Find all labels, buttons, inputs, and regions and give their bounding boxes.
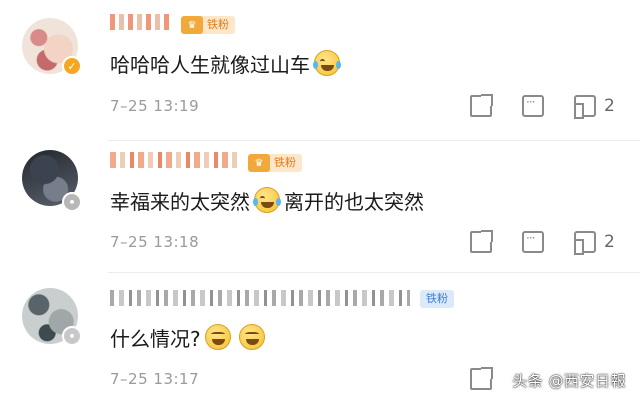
grin-emoji-icon bbox=[204, 324, 231, 350]
fan-badge-icon: ♛ bbox=[181, 16, 203, 34]
comment-text: 哈哈哈人生就像过山车 bbox=[110, 48, 344, 78]
comment-actions: 2 bbox=[470, 230, 615, 255]
like-button[interactable]: 2 bbox=[574, 95, 615, 119]
fan-badge[interactable]: 铁粉 bbox=[420, 289, 454, 309]
comment-icon[interactable] bbox=[522, 95, 544, 117]
comment-text: 什么情况? bbox=[110, 322, 269, 352]
fan-badge-label: 铁粉 bbox=[420, 290, 454, 308]
like-icon[interactable] bbox=[574, 95, 596, 119]
verified-badge-icon: ✓ bbox=[62, 56, 82, 76]
username-blurred[interactable] bbox=[110, 152, 238, 168]
laugh-cry-emoji-icon bbox=[253, 187, 281, 213]
fan-badge-icon: ♛ bbox=[248, 154, 270, 172]
comment-text-part: 哈哈哈人生就像过山车 bbox=[110, 52, 310, 77]
username-blurred[interactable] bbox=[110, 14, 172, 30]
divider bbox=[108, 140, 640, 141]
username-blurred[interactable] bbox=[110, 290, 410, 306]
comment-text-part: 离开的也太突然 bbox=[284, 189, 424, 214]
comment-time: 7–25 13:18 bbox=[110, 233, 200, 251]
verified-badge-icon: • bbox=[62, 326, 82, 346]
divider bbox=[108, 272, 640, 273]
comment-time: 7–25 13:17 bbox=[110, 370, 200, 388]
comment-item: ✓ ♛ 铁粉 哈哈哈人生就像过山车 7–25 13:19 2 bbox=[0, 0, 640, 140]
source-watermark: 头条 @西安日報 bbox=[512, 372, 626, 390]
fan-badge-label: 铁粉 bbox=[200, 16, 235, 34]
comment-text-part: 什么情况? bbox=[110, 326, 201, 351]
comment-icon[interactable] bbox=[522, 231, 544, 253]
share-icon[interactable] bbox=[470, 230, 493, 253]
comment-time: 7–25 13:19 bbox=[110, 97, 200, 115]
comment-text: 幸福来的太突然 离开的也太突然 bbox=[110, 185, 424, 215]
grin-emoji-icon bbox=[238, 324, 265, 350]
like-icon[interactable] bbox=[574, 231, 596, 255]
fan-badge-label: 铁粉 bbox=[267, 154, 302, 172]
comment-actions: 2 bbox=[470, 94, 615, 119]
fan-badge[interactable]: ♛ 铁粉 bbox=[181, 15, 235, 35]
verified-badge-icon: • bbox=[62, 192, 82, 212]
share-icon[interactable] bbox=[470, 367, 493, 390]
laugh-cry-emoji-icon bbox=[313, 50, 341, 76]
like-count: 2 bbox=[604, 96, 615, 116]
share-icon[interactable] bbox=[470, 94, 493, 117]
fan-badge[interactable]: ♛ 铁粉 bbox=[248, 153, 302, 173]
comment-text-part: 幸福来的太突然 bbox=[110, 189, 250, 214]
like-button[interactable]: 2 bbox=[574, 231, 615, 255]
like-count: 2 bbox=[604, 232, 615, 252]
